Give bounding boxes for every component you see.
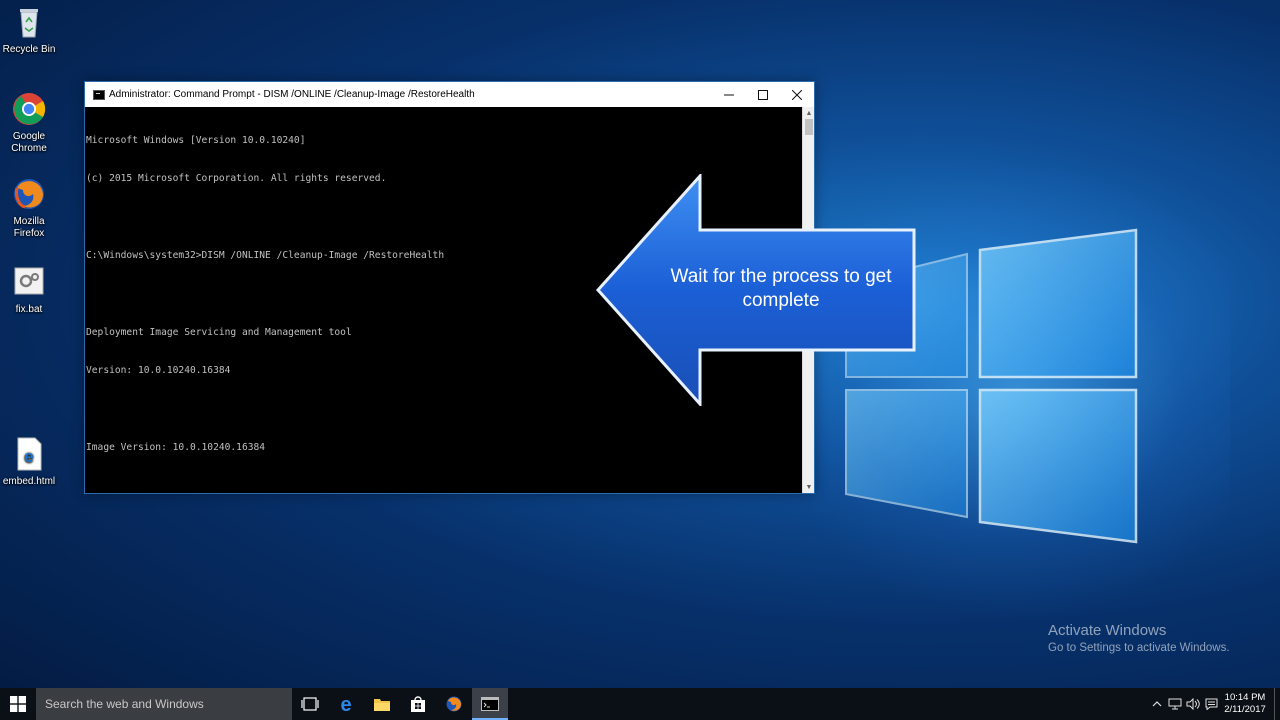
close-button[interactable] <box>780 82 814 107</box>
clock-time: 10:14 PM <box>1224 692 1266 703</box>
taskbar-edge-button[interactable]: e <box>328 688 364 720</box>
task-view-button[interactable] <box>292 688 328 720</box>
volume-button[interactable] <box>1184 688 1202 720</box>
taskbar-clock[interactable]: 10:14 PM 2/11/2017 <box>1222 692 1268 716</box>
taskbar-firefox-button[interactable] <box>436 688 472 720</box>
desktop-icon-label: embed.html <box>2 476 56 487</box>
desktop-icon-recycle-bin[interactable]: Recycle Bin <box>0 4 58 56</box>
taskbar-store-button[interactable] <box>400 688 436 720</box>
task-view-icon <box>301 697 319 711</box>
chrome-icon <box>13 93 46 125</box>
svg-text:e: e <box>340 694 351 714</box>
scroll-down-icon[interactable]: ▼ <box>803 482 815 492</box>
search-input[interactable]: Search the web and Windows <box>36 688 292 720</box>
edge-icon: e <box>340 694 351 714</box>
search-placeholder: Search the web and Windows <box>45 697 204 711</box>
file-explorer-icon <box>374 699 390 711</box>
chevron-up-icon <box>1152 701 1162 707</box>
edge-html-file-icon: e <box>17 437 42 471</box>
recycle-bin-icon <box>20 9 38 38</box>
store-icon <box>411 696 425 712</box>
network-button[interactable] <box>1166 688 1184 720</box>
desktop-icon-chrome[interactable]: Google Chrome <box>0 91 58 155</box>
console-line: Image Version: 10.0.10240.16384 <box>86 441 266 453</box>
command-prompt-icon <box>481 697 499 711</box>
desktop-icon-embed-html[interactable]: e embed.html <box>0 436 58 488</box>
callout-text: Wait for the process to get complete <box>670 266 892 311</box>
close-icon <box>792 89 802 100</box>
scrollbar-thumb[interactable] <box>805 119 813 135</box>
svg-text:e: e <box>24 447 33 466</box>
desktop-icon-fix-bat[interactable]: fix.bat <box>0 264 58 316</box>
action-center-icon <box>1205 698 1217 710</box>
desktop-icon-firefox[interactable]: Mozilla Firefox <box>0 176 58 240</box>
firefox-icon <box>446 696 462 712</box>
desktop-icon-label: Recycle Bin <box>2 44 56 55</box>
start-button[interactable] <box>0 688 36 720</box>
scroll-up-icon[interactable]: ▲ <box>803 108 815 118</box>
batch-file-icon <box>14 267 44 295</box>
console-line: Microsoft Windows [Version 10.0.10240] <box>86 134 306 146</box>
windows-start-icon <box>10 696 26 712</box>
activation-watermark: Activate Windows Go to Settings to activ… <box>1048 622 1230 654</box>
window-titlebar[interactable]: Administrator: Command Prompt - DISM /ON… <box>85 82 814 107</box>
minimize-button[interactable] <box>712 82 746 107</box>
taskbar-file-explorer-button[interactable] <box>364 688 400 720</box>
taskbar-command-prompt-button[interactable] <box>472 688 508 720</box>
taskbar: Search the web and Windows e 10:14 PM 2/… <box>0 688 1280 720</box>
volume-icon <box>1186 698 1200 710</box>
action-center-button[interactable] <box>1202 688 1220 720</box>
system-tray: 10:14 PM 2/11/2017 <box>1148 688 1280 720</box>
watermark-subtitle: Go to Settings to activate Windows. <box>1048 642 1230 654</box>
firefox-icon <box>14 179 44 209</box>
command-prompt-icon <box>93 89 105 100</box>
watermark-title: Activate Windows <box>1048 622 1167 639</box>
show-hidden-icons-button[interactable] <box>1148 688 1166 720</box>
clock-date: 2/11/2017 <box>1224 704 1266 715</box>
maximize-button[interactable] <box>746 82 780 107</box>
maximize-icon <box>758 89 768 100</box>
desktop-icon-label: fix.bat <box>15 304 43 315</box>
network-icon <box>1168 698 1182 710</box>
minimize-icon <box>724 94 734 95</box>
desktop-icon-label: Mozilla Firefox <box>13 216 45 239</box>
window-title: Administrator: Command Prompt - DISM /ON… <box>109 89 475 100</box>
desktop-icon-label: Google Chrome <box>11 131 47 154</box>
show-desktop-button[interactable] <box>1274 688 1280 720</box>
